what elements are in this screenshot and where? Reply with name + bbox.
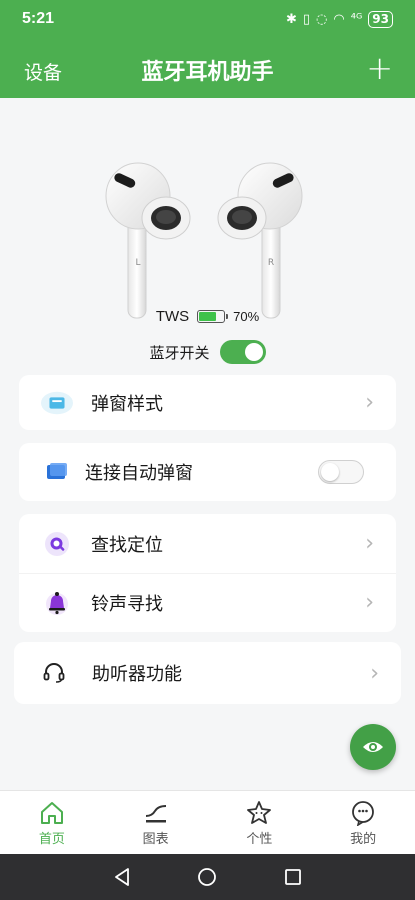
find-card: 查找定位 › 铃声寻找 › (19, 514, 396, 632)
bluetooth-toggle[interactable] (219, 340, 266, 364)
home-circle-icon[interactable] (197, 867, 217, 887)
tab-home[interactable]: 首页 (0, 791, 104, 854)
hearing-aid-card[interactable]: 助听器功能 › (14, 642, 401, 704)
tab-chart-label: 图表 (142, 832, 169, 847)
home-icon (40, 802, 63, 824)
add-button[interactable]: + (366, 50, 393, 86)
star-face-icon (247, 801, 272, 824)
page-title: 蓝牙耳机助手 (141, 60, 274, 85)
left-bud-letter: L (135, 258, 140, 268)
tab-home-label: 首页 (38, 832, 65, 847)
tab-personal-label: 个性 (246, 832, 273, 847)
popup-style-icon (41, 389, 73, 417)
headset-icon (38, 659, 70, 687)
chevron-right-icon: › (365, 390, 374, 415)
recents-icon[interactable] (284, 868, 302, 886)
device-model: TWS (155, 308, 190, 325)
device-hero: L R TWS 70% 蓝牙开关 (0, 98, 415, 368)
bell-icon (41, 589, 73, 617)
profile-face-icon (352, 801, 375, 826)
battery-indicator (197, 310, 229, 323)
auto-popup-toggle[interactable] (318, 460, 364, 484)
bluetooth-icon: ✱ (285, 12, 297, 27)
tab-chart[interactable]: 图表 (104, 791, 208, 854)
auto-popup-card: 连接自动弹窗 (19, 443, 396, 501)
ring-find-row[interactable]: 铃声寻找 › (19, 573, 396, 632)
popup-style-label: 弹窗样式 (91, 393, 163, 415)
location-search-icon (41, 530, 73, 558)
popup-style-card[interactable]: 弹窗样式 › (19, 375, 396, 430)
ring-icon: ◌ (316, 12, 328, 27)
auto-popup-label: 连接自动弹窗 (85, 463, 193, 484)
chart-icon (145, 805, 166, 823)
battery-percent: 70% (233, 309, 260, 324)
bluetooth-switch-label: 蓝牙开关 (149, 343, 210, 362)
battery-badge: 93 (368, 11, 393, 28)
system-nav-bar (0, 854, 415, 900)
ring-find-label: 铃声寻找 (91, 593, 163, 615)
app-bar: 设备 蓝牙耳机助手 + (0, 48, 415, 92)
device-status-row: TWS 70% (0, 308, 415, 325)
back-icon[interactable] (113, 867, 131, 887)
bottom-tab-bar: 首页 图表 个性 我的 (0, 790, 415, 854)
chevron-right-icon: › (370, 660, 379, 686)
status-time: 5:21 (22, 10, 55, 27)
tab-mine[interactable]: 我的 (311, 791, 415, 854)
tab-personal[interactable]: 个性 (208, 791, 312, 854)
status-bar: 5:21 ✱ ▯ ◌ ◠ ⁴ᴳ 93 (0, 8, 415, 32)
top-bar: 5:21 ✱ ▯ ◌ ◠ ⁴ᴳ 93 设备 蓝牙耳机助手 + (0, 0, 415, 98)
bluetooth-switch-row: 蓝牙开关 (0, 340, 415, 364)
eye-fab-button[interactable] (350, 724, 396, 770)
right-bud-letter: R (268, 258, 274, 268)
chevron-right-icon: › (365, 590, 374, 615)
chevron-right-icon: › (365, 531, 374, 556)
find-location-row[interactable]: 查找定位 › (19, 514, 396, 573)
signal-icon: ⁴ᴳ (350, 12, 363, 27)
wifi-icon: ◠ (333, 12, 345, 27)
eye-icon (363, 742, 383, 752)
vibrate-icon: ▯ (302, 12, 311, 27)
find-location-label: 查找定位 (91, 534, 163, 556)
tab-mine-label: 我的 (350, 832, 377, 847)
auto-popup-icon (41, 458, 73, 486)
hearing-aid-label: 助听器功能 (92, 664, 182, 685)
status-icons: ✱ ▯ ◌ ◠ ⁴ᴳ 93 (286, 11, 393, 28)
